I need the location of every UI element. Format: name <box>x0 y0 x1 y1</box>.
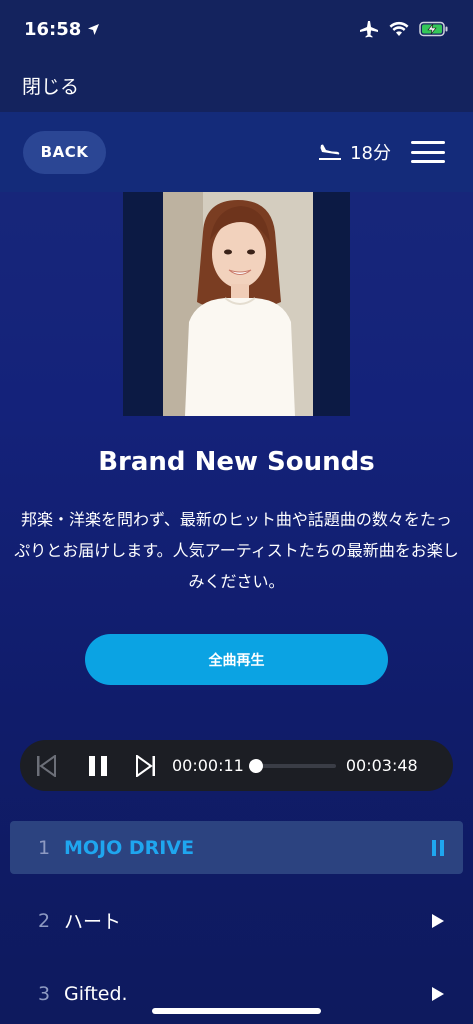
elapsed-time: 00:00:11 <box>172 756 244 775</box>
track-number: 3 <box>38 982 51 1005</box>
status-time-text: 16:58 <box>24 18 82 40</box>
track-pause-button[interactable] <box>429 839 447 856</box>
playlist-description: 邦楽・洋楽を問わず、最新のヒット曲や話題曲の数々をたっぷりとお届けします。人気ア… <box>14 510 459 591</box>
status-bar: 16:58 <box>0 0 473 58</box>
artist-portrait-illustration <box>163 192 313 416</box>
progress-slider[interactable] <box>248 758 336 773</box>
previous-track-button[interactable] <box>34 754 58 777</box>
track-number: 2 <box>38 909 51 932</box>
next-track-button[interactable] <box>134 754 158 777</box>
close-link[interactable]: 閉じる <box>22 72 79 99</box>
track-row[interactable]: 1 MOJO DRIVE <box>10 821 463 874</box>
status-indicators <box>359 20 449 38</box>
track-play-button[interactable] <box>429 913 447 929</box>
header-right: 18分 <box>318 139 445 165</box>
track-title: Gifted. <box>64 982 128 1005</box>
airplane-landing-icon <box>319 144 342 160</box>
flight-remaining: 18分 <box>318 139 391 165</box>
skip-previous-icon <box>37 754 56 777</box>
audio-player: 00:00:11 00:03:48 <box>20 740 453 791</box>
progress-knob[interactable] <box>248 758 263 773</box>
track-title: ハート <box>64 911 122 933</box>
pause-button[interactable] <box>80 755 116 777</box>
status-time: 16:58 <box>24 19 100 40</box>
pause-icon <box>432 839 444 856</box>
artist-photo <box>163 192 313 416</box>
track-title: MOJO DRIVE <box>64 836 195 859</box>
skip-next-icon <box>136 754 155 777</box>
pause-icon <box>89 755 107 776</box>
back-button[interactable]: BACK <box>23 130 106 174</box>
playlist-cover <box>123 192 350 416</box>
hamburger-menu-icon[interactable] <box>411 141 445 163</box>
track-number: 1 <box>38 836 51 859</box>
close-bar: 閉じる <box>0 58 473 112</box>
airplane-mode-icon <box>360 21 378 38</box>
play-icon <box>432 913 444 928</box>
play-all-button[interactable]: 全曲再生 <box>85 634 388 685</box>
track-play-button[interactable] <box>429 986 447 1002</box>
battery-charging-icon <box>419 21 448 37</box>
total-duration: 00:03:48 <box>345 756 418 775</box>
playlist-title: Brand New Sounds <box>98 447 375 477</box>
home-indicator[interactable] <box>152 1008 321 1014</box>
location-arrow-icon <box>88 23 100 35</box>
header: BACK 18分 <box>0 112 473 192</box>
track-row[interactable]: 2 ハート <box>10 894 463 947</box>
flight-remaining-text: 18分 <box>350 143 391 164</box>
play-icon <box>432 986 444 1001</box>
wifi-icon <box>389 21 409 36</box>
